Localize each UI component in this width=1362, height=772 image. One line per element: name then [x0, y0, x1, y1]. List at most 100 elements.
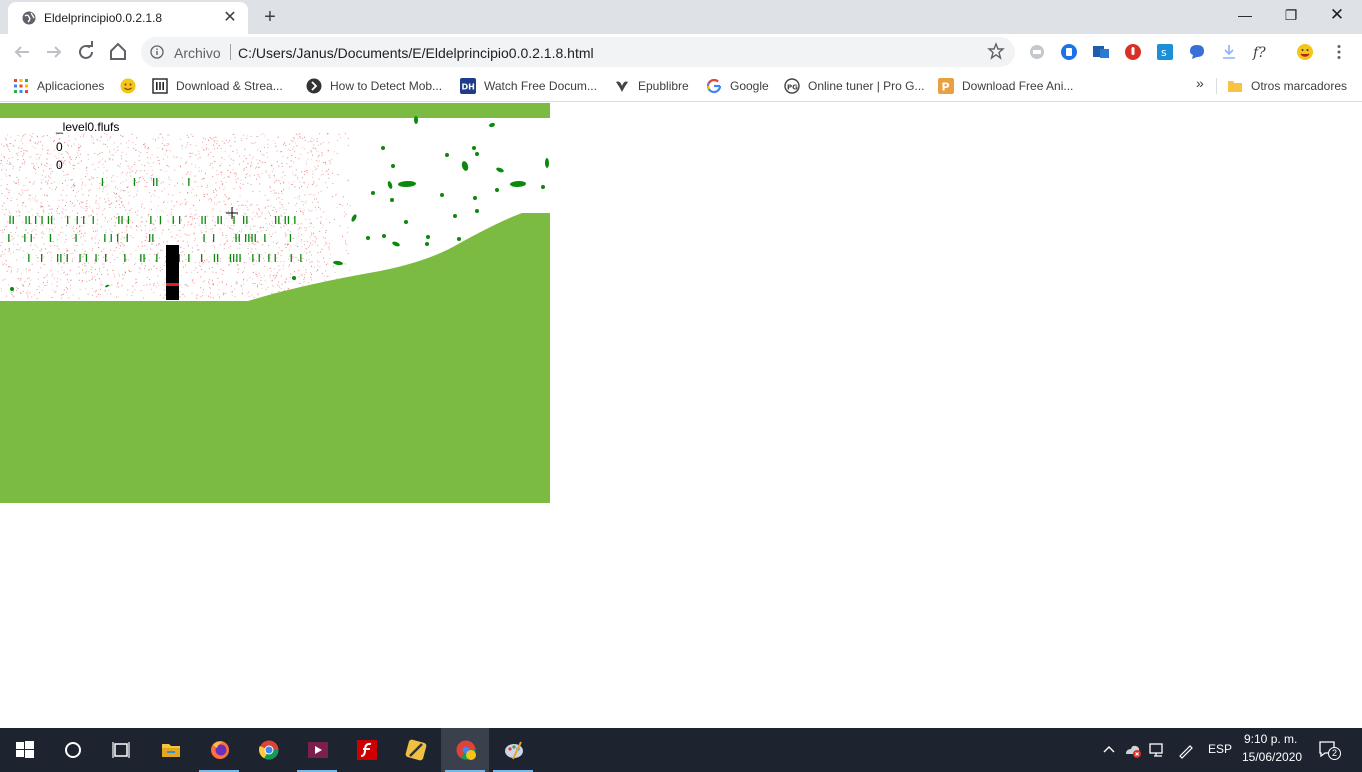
- particle: [311, 279, 313, 281]
- particle: [139, 176, 141, 178]
- particle: [34, 244, 36, 246]
- menu-kebab-icon[interactable]: [1330, 43, 1348, 61]
- taskbar-media-app[interactable]: [293, 728, 341, 772]
- chat-bubble-icon[interactable]: [1188, 43, 1206, 61]
- reload-icon[interactable]: [73, 39, 99, 65]
- particle: [297, 138, 299, 140]
- taskbar-firefox[interactable]: [195, 728, 243, 772]
- particle: [95, 290, 97, 292]
- extension-gray-icon[interactable]: [1028, 43, 1046, 61]
- close-window-button[interactable]: ✕: [1314, 0, 1360, 30]
- clock-date[interactable]: 15/06/2020: [1242, 750, 1302, 764]
- game-stage[interactable]: _level0.flufs 0 0: [0, 103, 550, 503]
- minimize-button[interactable]: —: [1222, 0, 1268, 30]
- taskbar-paint[interactable]: [489, 728, 537, 772]
- particle: [67, 263, 69, 264]
- particle: [235, 259, 237, 261]
- maximize-button[interactable]: ❐: [1268, 0, 1314, 30]
- start-button[interactable]: [0, 728, 48, 772]
- adblock-icon[interactable]: [1124, 43, 1142, 61]
- function-icon[interactable]: f?: [1252, 43, 1270, 61]
- extension-s-icon[interactable]: s: [1156, 43, 1174, 61]
- particle: [74, 257, 76, 259]
- particle: [92, 276, 94, 278]
- bookmark-emoji[interactable]: [120, 77, 136, 95]
- browser-tab[interactable]: Eldelprincipio0.0.2.1.8 ✕: [8, 2, 248, 34]
- dh-icon: DH: [460, 78, 476, 94]
- particle: [139, 225, 141, 227]
- new-tab-button[interactable]: +: [258, 5, 282, 29]
- particle: [106, 177, 107, 179]
- particle: [78, 266, 80, 268]
- particle: [65, 239, 67, 241]
- particle: [46, 149, 48, 151]
- particle: [250, 162, 252, 164]
- particle: [18, 147, 20, 149]
- particle: [148, 268, 150, 270]
- network-icon[interactable]: [1148, 741, 1166, 759]
- translate-icon[interactable]: [1092, 43, 1110, 61]
- taskbar-chrome-profile[interactable]: [441, 728, 489, 772]
- taskbar-file-explorer[interactable]: [146, 728, 194, 772]
- particle: [80, 225, 82, 227]
- show-hidden-icons-icon[interactable]: [1100, 741, 1118, 759]
- bookmarks-overflow-button[interactable]: »: [1196, 75, 1204, 93]
- onedrive-error-icon[interactable]: [1124, 741, 1142, 759]
- particle: [197, 186, 199, 187]
- particle: [7, 160, 8, 162]
- game-canvas[interactable]: [0, 103, 550, 503]
- particle: [344, 211, 346, 213]
- particle: [345, 242, 347, 244]
- extension-blue-icon[interactable]: [1060, 43, 1078, 61]
- grass-stalk: [149, 234, 151, 242]
- taskbar-app-tools[interactable]: [391, 728, 439, 772]
- clock-time[interactable]: 9:10 p. m.: [1244, 732, 1297, 746]
- particle: [49, 205, 51, 207]
- download-icon[interactable]: [1220, 43, 1238, 61]
- particle: [159, 224, 161, 226]
- particle: [122, 278, 124, 280]
- particle: [100, 288, 101, 290]
- particle: [167, 193, 169, 195]
- profile-avatar-icon[interactable]: [1296, 43, 1314, 61]
- info-icon[interactable]: [150, 45, 164, 59]
- particle: [141, 241, 143, 243]
- back-arrow-icon[interactable]: [9, 39, 35, 65]
- forward-arrow-icon[interactable]: [41, 39, 67, 65]
- particle: [36, 213, 38, 214]
- particle: [192, 281, 194, 283]
- particle: [43, 277, 45, 279]
- search-button[interactable]: [48, 728, 96, 772]
- particle: [297, 229, 299, 231]
- particle: [303, 281, 305, 283]
- particle: [317, 192, 319, 194]
- particle: [315, 169, 317, 170]
- particle: [72, 258, 73, 260]
- particle: [186, 172, 188, 174]
- particle: [112, 159, 114, 161]
- particle: [122, 243, 124, 245]
- input-language[interactable]: ESP: [1208, 742, 1232, 756]
- taskbar-chrome[interactable]: [244, 728, 292, 772]
- bookmark-star-icon[interactable]: [987, 42, 1005, 60]
- close-tab-icon[interactable]: ✕: [220, 8, 240, 28]
- particle: [278, 165, 280, 167]
- taskbar-flash[interactable]: [342, 728, 390, 772]
- particle: [242, 271, 244, 273]
- particle: [29, 269, 31, 271]
- home-icon[interactable]: [105, 39, 131, 65]
- particle: [308, 193, 310, 195]
- chrome-icon: [259, 740, 279, 760]
- address-bar[interactable]: Archivo C:/Users/Janus/Documents/E/Eldel…: [141, 37, 1015, 67]
- particle: [102, 163, 104, 165]
- action-center-button[interactable]: 2: [1316, 739, 1342, 761]
- particle: [161, 169, 163, 171]
- particle: [312, 176, 314, 178]
- particle: [280, 275, 282, 277]
- task-view-button[interactable]: [96, 728, 144, 772]
- url-text[interactable]: C:/Users/Janus/Documents/E/Eldelprincipi…: [238, 45, 594, 61]
- pen-icon[interactable]: [1177, 741, 1195, 759]
- particle: [65, 205, 67, 206]
- particle: [321, 152, 323, 154]
- particle: [238, 268, 240, 270]
